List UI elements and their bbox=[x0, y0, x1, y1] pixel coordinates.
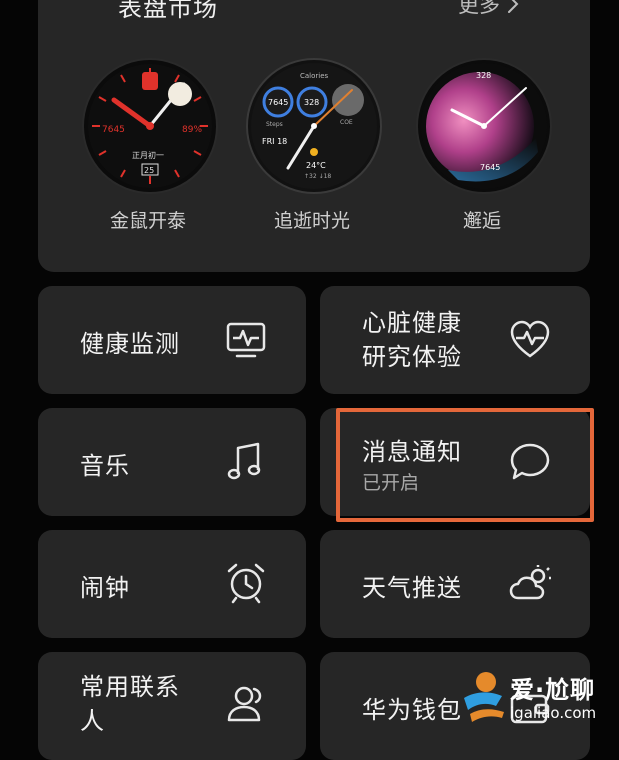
weather-cloud-sun-icon bbox=[509, 565, 551, 600]
face2-date: FRI 18 bbox=[262, 137, 287, 146]
face2-steps-label: Steps bbox=[266, 121, 283, 128]
tile-label-line2: 研究体验 bbox=[362, 343, 462, 371]
watch-face-time-chaser[interactable]: Calories 7645 328 COE Steps FRI 18 24°C … bbox=[246, 58, 382, 194]
tile-health-monitoring[interactable]: 健康监测 bbox=[38, 286, 306, 394]
face2-ring2: 328 bbox=[304, 98, 319, 107]
tile-alarm[interactable]: 闹钟 bbox=[38, 530, 306, 638]
highlight-box bbox=[336, 408, 594, 522]
face1-left-text: 7645 bbox=[102, 125, 125, 135]
heart-monitor-icon bbox=[226, 322, 266, 358]
tile-label-line1: 常用联系 bbox=[80, 673, 180, 701]
watch-face-time-chaser-dial: Calories 7645 328 COE Steps FRI 18 24°C … bbox=[251, 63, 377, 189]
watch-face-market-panel: 表盘市场 更多 7645 89% 正月初一 25 金鼠开泰 Calories 7… bbox=[38, 0, 590, 272]
tile-music[interactable]: 音乐 bbox=[38, 408, 306, 516]
site-watermark: 爱·尬聊 igaliao.com bbox=[458, 668, 618, 732]
music-note-icon bbox=[227, 442, 261, 480]
alarm-clock-icon bbox=[227, 563, 265, 604]
face2-temp-range: ↑32 ↓18 bbox=[304, 173, 331, 180]
tile-label: 健康监测 bbox=[80, 330, 180, 358]
face1-date-line: 正月初一 bbox=[132, 150, 164, 160]
more-label: 更多 bbox=[458, 0, 500, 17]
watch-face-encounter[interactable]: 328 7645 bbox=[416, 58, 552, 194]
chevron-right-icon bbox=[508, 0, 519, 13]
watch-face-encounter-dial: 328 7645 bbox=[421, 63, 547, 189]
tile-frequent-contacts[interactable]: 常用联系 人 bbox=[38, 652, 306, 760]
tile-label-line2: 人 bbox=[80, 707, 105, 735]
watch-face-label: 追逝时光 bbox=[273, 210, 350, 232]
face1-date-num: 25 bbox=[144, 166, 154, 175]
heart-pulse-icon bbox=[510, 320, 550, 358]
face2-top-text: Calories bbox=[300, 72, 329, 80]
tile-label: 音乐 bbox=[80, 452, 130, 480]
face2-ring1: 7645 bbox=[268, 98, 288, 107]
face3-bottom-text: 7645 bbox=[480, 163, 500, 172]
face3-top-text: 328 bbox=[476, 71, 491, 80]
tile-label: 天气推送 bbox=[362, 574, 462, 602]
watch-face-golden-rat-dial: 7645 89% 正月初一 25 bbox=[88, 64, 212, 188]
tile-label: 华为钱包 bbox=[362, 696, 462, 724]
watch-face-label: 金鼠开泰 bbox=[109, 210, 186, 232]
more-button[interactable]: 更多 bbox=[458, 0, 520, 19]
watch-face-label: 邂逅 bbox=[462, 210, 501, 232]
face1-right-text: 89% bbox=[182, 125, 202, 135]
tile-label-line1: 心脏健康 bbox=[362, 309, 462, 337]
tile-weather-push[interactable]: 天气推送 bbox=[320, 530, 590, 638]
watermark-line2: igaliao.com bbox=[510, 704, 597, 722]
contacts-person-icon bbox=[227, 686, 262, 722]
tile-heart-health-study[interactable]: 心脏健康 研究体验 bbox=[320, 286, 590, 394]
face2-ring3: COE bbox=[340, 119, 353, 126]
watermark-logo bbox=[464, 672, 504, 722]
tile-label: 闹钟 bbox=[80, 574, 130, 602]
watch-face-golden-rat[interactable]: 7645 89% 正月初一 25 bbox=[82, 58, 218, 194]
watermark-line1: 爱·尬聊 bbox=[510, 676, 596, 704]
face2-temp: 24°C bbox=[306, 161, 326, 170]
market-title: 表盘市场 bbox=[118, 0, 218, 22]
